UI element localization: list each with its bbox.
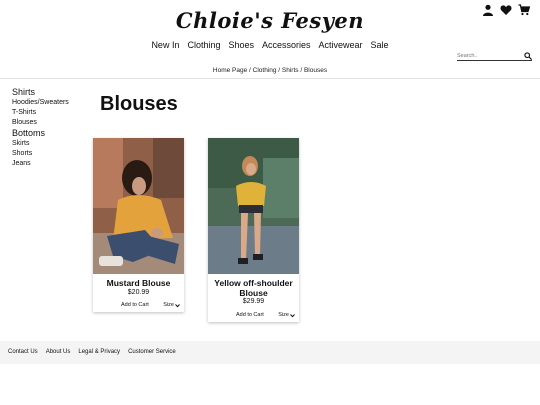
product-price: $29.99 [242,298,265,305]
site-footer: Contact Us About Us Legal & Privacy Cust… [0,341,540,364]
product-name[interactable]: Yellow off-shoulder [208,278,299,288]
product-name[interactable]: Mustard Blouse [93,278,184,288]
sidebar-item-skirts[interactable]: Skirts [12,139,69,149]
sidebar-item-shorts[interactable]: Shorts [12,149,69,159]
footer-links: Contact Us About Us Legal & Privacy Cust… [8,349,176,355]
site-header: Chloie's Fesyen New In Clothing Shoes Ac… [0,0,540,74]
header-divider [0,78,540,79]
nav-item-activewear[interactable]: Activewear [319,40,363,50]
heart-icon[interactable] [500,4,512,16]
header-icons [482,4,530,16]
page-title: Blouses [100,93,178,115]
nav-item-shoes[interactable]: Shoes [228,40,254,50]
nav-item-new-in[interactable]: New In [151,40,179,50]
chevron-down-icon [290,313,295,318]
breadcrumb[interactable]: Home Page / Clothing / Shirts / Blouses [0,67,540,74]
sidebar-item-t-shirts[interactable]: T-Shirts [12,108,69,118]
sidebar-item-jeans[interactable]: Jeans [12,159,69,169]
size-label: Size [163,302,174,308]
add-to-cart-button[interactable]: Add to Cart [121,302,149,308]
product-price: $20.99 [127,289,150,296]
size-select[interactable]: Size [278,312,295,318]
product-name-line-2[interactable]: Blouse [208,288,299,298]
product-card[interactable]: Yellow off-shoulder Blouse $29.99 Add to… [208,138,299,322]
size-select[interactable]: Size [163,302,180,308]
nav-item-sale[interactable]: Sale [371,40,389,50]
footer-link-about-us[interactable]: About Us [46,349,71,355]
nav-item-clothing[interactable]: Clothing [187,40,220,50]
sidebar-item-hoodies-sweaters[interactable]: Hoodies/Sweaters [12,98,69,108]
add-to-cart-button[interactable]: Add to Cart [236,312,264,318]
chevron-down-icon [175,303,180,308]
main-nav: New In Clothing Shoes Accessories Active… [0,40,540,50]
footer-link-customer-service[interactable]: Customer Service [128,349,176,355]
footer-link-legal-privacy[interactable]: Legal & Privacy [78,349,120,355]
size-label: Size [278,312,289,318]
search-icon[interactable] [524,52,532,60]
footer-link-contact-us[interactable]: Contact Us [8,349,38,355]
user-icon[interactable] [482,4,494,16]
nav-item-accessories[interactable]: Accessories [262,40,311,50]
category-sidebar: Shirts Hoodies/Sweaters T-Shirts Blouses… [12,87,69,169]
search-bar [457,51,532,61]
product-card[interactable]: Mustard Blouse $20.99 Add to Cart Size [93,138,184,312]
cart-icon[interactable] [518,4,530,16]
sidebar-category-shirts[interactable]: Shirts [12,87,69,98]
search-input[interactable] [457,51,519,60]
sidebar-category-bottoms[interactable]: Bottoms [12,128,69,139]
product-photo[interactable] [93,138,184,274]
sidebar-item-blouses[interactable]: Blouses [12,118,69,128]
brand-logo[interactable]: Chloie's Fesyen [0,8,540,33]
product-photo[interactable] [208,138,299,274]
